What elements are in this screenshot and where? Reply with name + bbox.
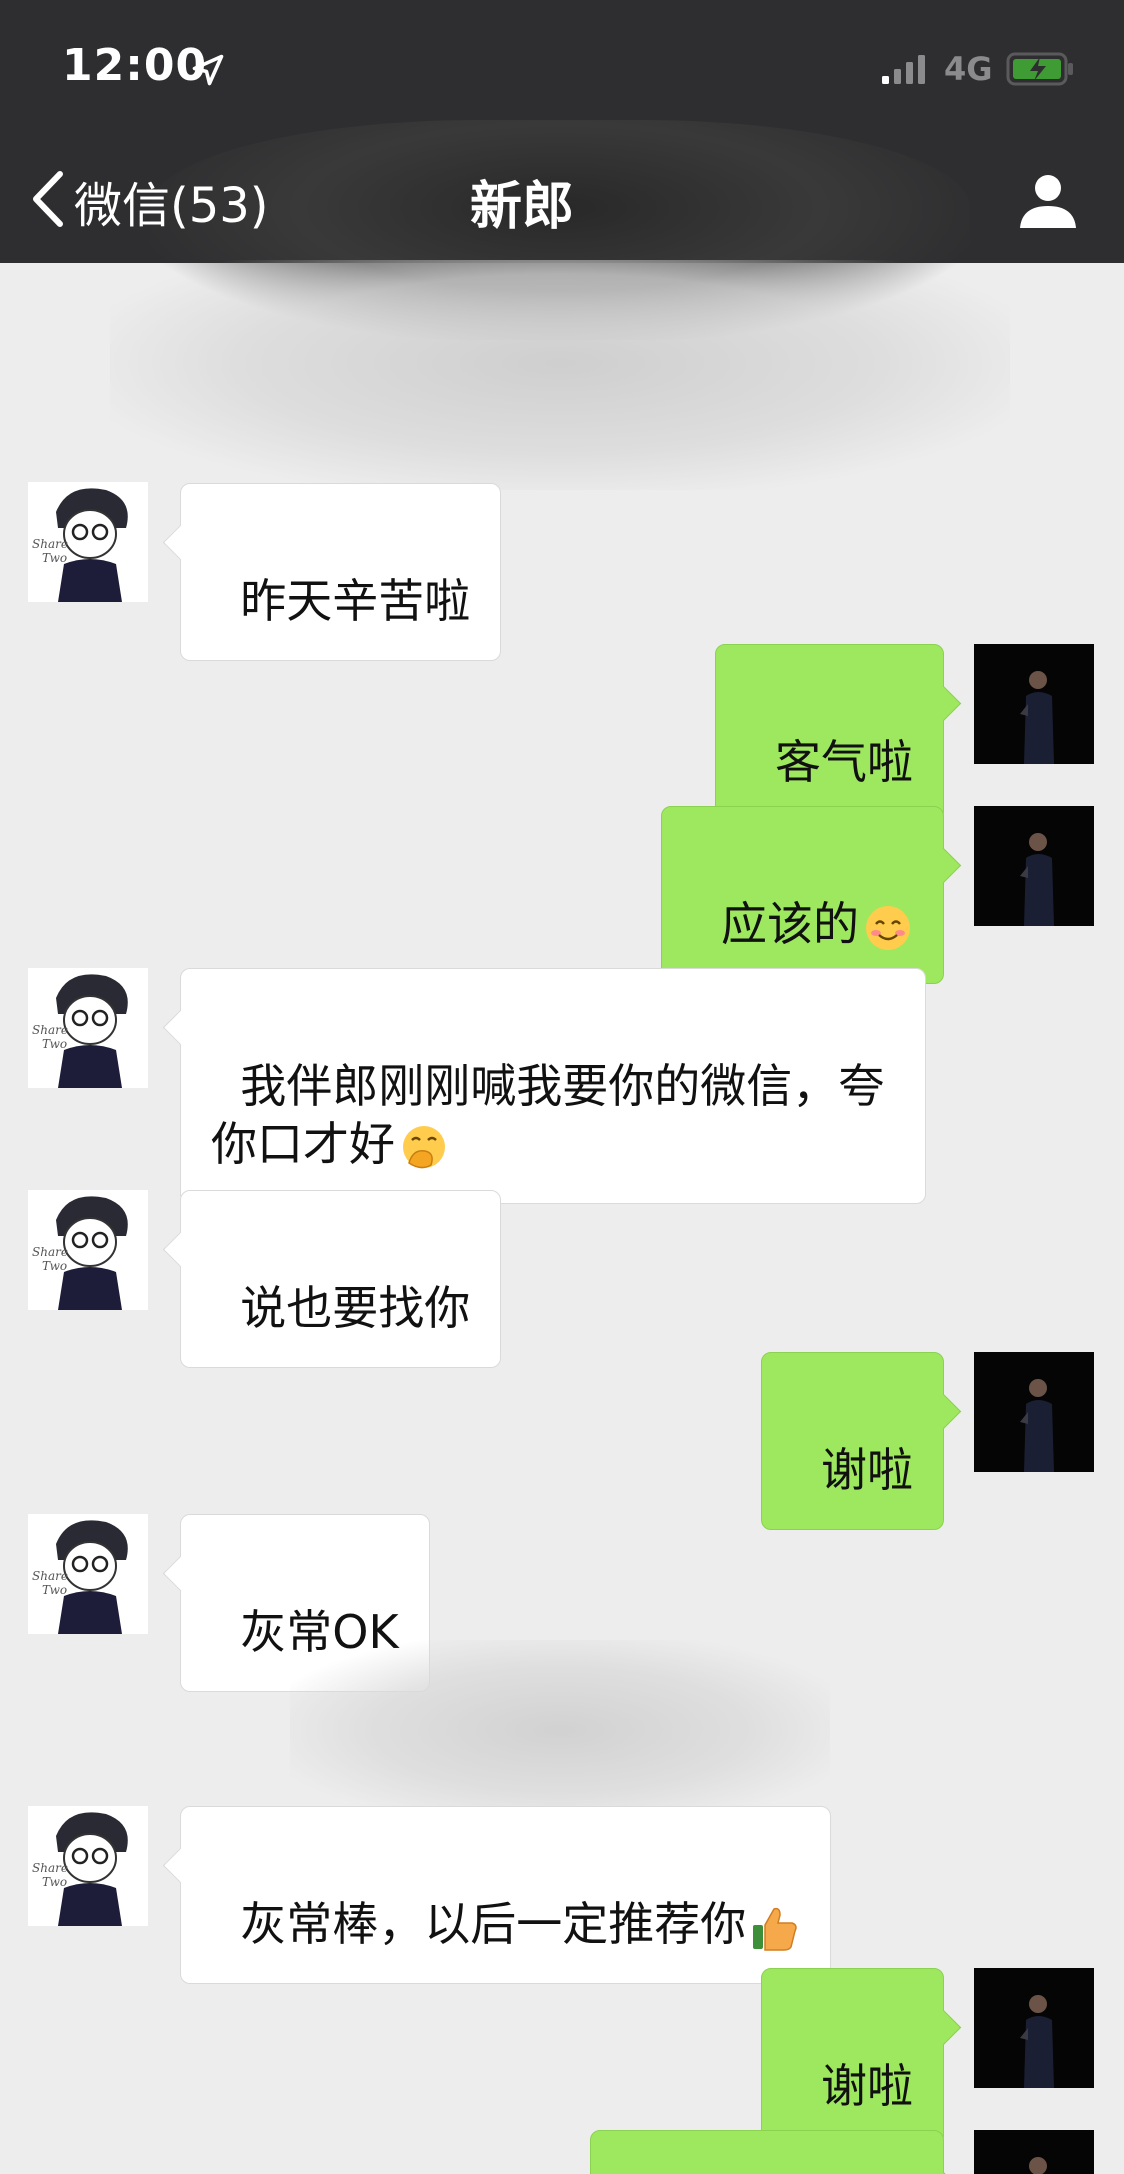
svg-text:Two: Two: [42, 1259, 67, 1273]
message-bubble[interactable]: 应该的: [660, 806, 944, 984]
message-bubble[interactable]: 说也要找你: [180, 1190, 502, 1368]
svg-text:Two: Two: [42, 1583, 67, 1597]
chevron-left-icon[interactable]: [28, 168, 68, 230]
friend-avatar[interactable]: Share Two: [28, 482, 148, 602]
message-text: 灰常棒，以后一定推荐你: [240, 1897, 747, 1951]
hand-over-mouth-emoji-icon: [403, 1125, 445, 1168]
message-text: 谢啦: [821, 1443, 913, 1497]
chat-title: 新郎: [470, 177, 575, 237]
svg-text:Share: Share: [32, 1569, 68, 1583]
message-bubble[interactable]: 我伴郎刚刚喊我要你的微信，夸 你口才好: [180, 968, 926, 1204]
my-avatar[interactable]: [974, 1352, 1094, 1472]
friend-avatar[interactable]: Share Two: [28, 1514, 148, 1634]
redacted-timestamp: [290, 1640, 830, 1820]
message-bubble[interactable]: 灰常棒，以后一定推荐你: [180, 1806, 832, 1984]
my-avatar[interactable]: [974, 644, 1094, 764]
cartoon-avatar-icon: Share Two: [28, 1190, 148, 1310]
message-bubble[interactable]: 谢啦: [760, 1352, 944, 1530]
svg-text:Two: Two: [42, 551, 67, 565]
message-text: 昨天辛苦啦: [240, 574, 471, 628]
signal-icon: [882, 55, 925, 84]
person-photo-icon: [974, 2130, 1094, 2174]
location-arrow-icon: [192, 54, 224, 86]
cartoon-avatar-icon: Share Two: [28, 968, 148, 1088]
back-button[interactable]: 微信(53): [74, 166, 269, 236]
thumbs-up-emoji-icon: [753, 1907, 797, 1951]
message-bubble[interactable]: 谢啦: [760, 1968, 944, 2146]
message-text: 应该的: [721, 897, 859, 951]
network-label: 4G: [944, 50, 993, 88]
my-avatar[interactable]: [974, 1968, 1094, 2088]
message-text: 我伴郎刚刚喊我要你的微信，夸 你口才好: [211, 1059, 885, 1171]
message-bubble-partial[interactable]: [590, 2130, 944, 2174]
cartoon-avatar-icon: Share Two: [28, 1514, 148, 1634]
person-photo-icon: [974, 1968, 1094, 2088]
person-photo-icon: [974, 1352, 1094, 1472]
my-avatar[interactable]: [974, 806, 1094, 926]
svg-text:Share: Share: [32, 537, 68, 551]
message-bubble[interactable]: 昨天辛苦啦: [180, 483, 502, 661]
svg-text:Two: Two: [42, 1875, 67, 1889]
svg-text:Share: Share: [32, 1245, 68, 1259]
message-bubble[interactable]: 客气啦: [714, 644, 944, 822]
chat-header: 12:00 4G 微信(53) 新郎: [0, 0, 1124, 340]
message-text: 说也要找你: [240, 1281, 471, 1335]
svg-text:Share: Share: [32, 1023, 68, 1037]
redacted-area: [110, 260, 1010, 490]
message-text: 谢啦: [821, 2059, 913, 2113]
friend-avatar[interactable]: Share Two: [28, 1806, 148, 1926]
friend-avatar[interactable]: Share Two: [28, 968, 148, 1088]
svg-text:Two: Two: [42, 1037, 67, 1051]
cartoon-avatar-icon: Share Two: [28, 482, 148, 602]
cartoon-avatar-icon: Share Two: [28, 1806, 148, 1926]
svg-text:Share: Share: [32, 1861, 68, 1875]
message-text: 客气啦: [775, 735, 913, 789]
profile-icon[interactable]: [1016, 168, 1080, 232]
smiling-blush-emoji-icon: [866, 905, 910, 950]
person-photo-icon: [974, 644, 1094, 764]
friend-avatar[interactable]: Share Two: [28, 1190, 148, 1310]
status-time: 12:00: [62, 40, 208, 91]
person-photo-icon: [974, 806, 1094, 926]
my-avatar[interactable]: [974, 2130, 1094, 2174]
battery-charging-icon: [1006, 52, 1073, 86]
